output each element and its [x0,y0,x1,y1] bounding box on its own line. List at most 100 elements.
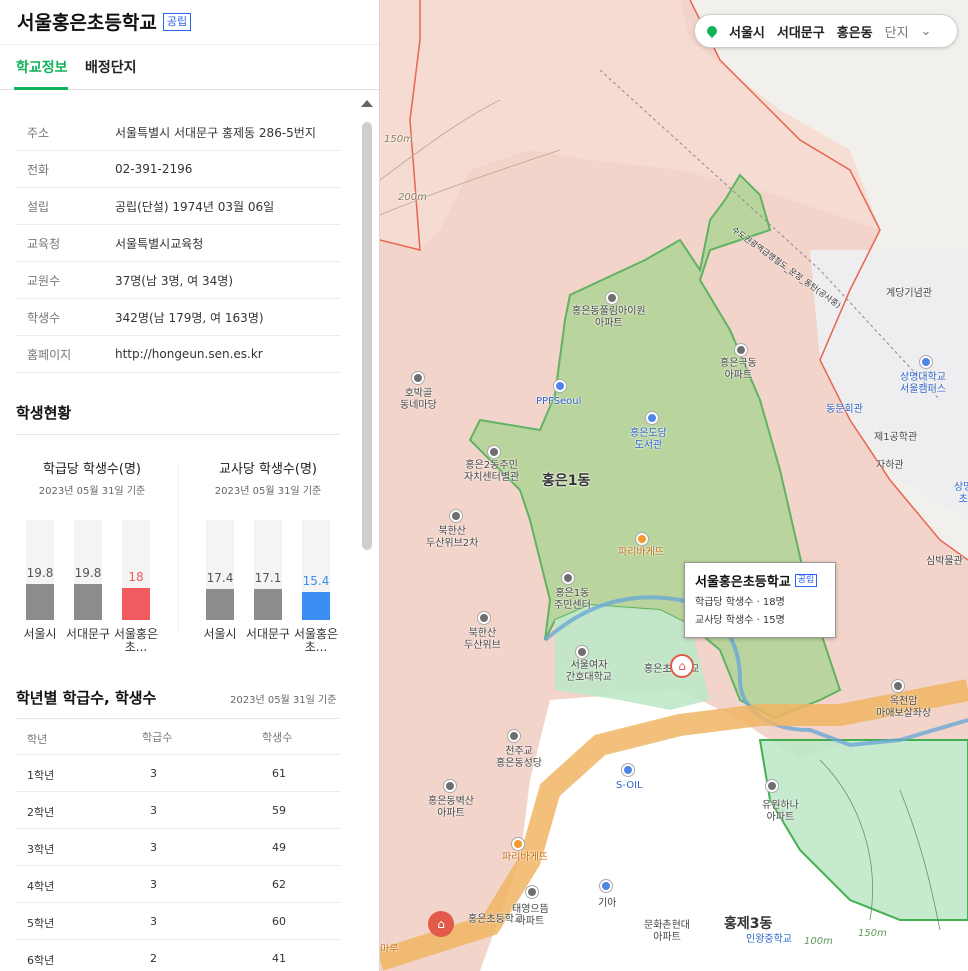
loc-city[interactable]: 서울시 [729,22,765,41]
bakery-icon[interactable] [512,838,524,850]
map-label: 유원하나 아파트 [762,800,799,823]
loc-danji[interactable]: 단지 [885,22,909,41]
bar-column [302,520,330,620]
bar-fill [122,588,150,620]
bar-category-label: 서울시 [23,627,57,641]
map-view[interactable]: 서울시 서대문구 홍은동 단지 ⌄ 홍은1동 홍은동풀림아이원 아파트 홍은극동… [380,0,968,971]
divider [16,434,340,435]
info-value: 공립(단설) 1974년 03월 06일 [115,199,275,214]
map-label: 인왕중학교 [746,934,792,945]
panel-scrollbar[interactable] [360,94,374,971]
map-canvas [380,0,968,971]
car-dealer-icon[interactable] [600,880,612,892]
grade-table-date: 2023년 05월 31일 기준 [230,695,337,706]
bar-value-label: 17.1 [254,571,282,585]
contour-label: 100m [804,936,833,947]
table-cell: 4학년 [27,880,55,893]
apartment-icon[interactable] [766,780,778,792]
chart-title-class: 학급당 학생수(명) [43,462,141,477]
map-label: 천주교 홍은동성당 [496,746,542,769]
table-cell: 61 [272,767,286,780]
table-cell: 3 [150,841,157,854]
apartment-icon[interactable] [526,886,538,898]
tab-school-info[interactable]: 학교정보 [16,57,68,77]
apartment-icon[interactable] [444,780,456,792]
active-tab-indicator [14,87,68,90]
info-row-founded: 설립 공립(단설) 1974년 03월 06일 [16,188,340,225]
info-row-phone: 전화 02-391-2196 [16,151,340,188]
school-type-badge: 공립 [162,12,192,31]
table-row: 4학년 3 62 [16,866,340,903]
scroll-up-arrow-icon[interactable] [361,100,373,107]
map-label: 홍은2동주민 자치센터별관 [464,460,520,483]
chart-title-teacher: 교사당 학생수(명) [219,462,317,477]
chart-date-class: 2023년 05월 31일 기준 [38,486,146,497]
table-cell: 59 [272,804,286,817]
contour-label: 150m [384,134,413,145]
map-label: 동문회관 [826,404,863,415]
apartment-icon[interactable] [606,292,618,304]
bakery-icon[interactable] [636,533,648,545]
apartment-icon[interactable] [450,510,462,522]
map-label: 홍은도담 도서관 [630,428,667,451]
pin-icon[interactable] [554,380,566,392]
info-row-teachers: 교원수 37명(남 3명, 여 34명) [16,262,340,299]
popup-line: 교사당 학생수 · 15명 [695,615,785,626]
app-root: 서울홍은초등학교 공립 학교정보 배정단지 주소 서울특별시 서대문구 홍제동 … [0,0,968,971]
temple-icon[interactable] [892,680,904,692]
info-row-office: 교육청 서울특별시교육청 [16,225,340,262]
bar-column [254,520,282,620]
table-row: 1학년 3 61 [16,755,340,792]
info-key: 주소 [27,125,50,140]
student-status-title: 학생현황 [16,404,72,422]
map-label: 계당기념관 [886,288,932,299]
bar-category-label: 서대문구 [65,627,111,641]
contour-label: 200m [398,192,427,203]
school-marker-icon[interactable]: ⌂ [428,911,454,937]
loc-dong[interactable]: 홍은동 [837,22,873,41]
church-icon[interactable] [508,730,520,742]
bar-value-label: 18 [128,570,144,584]
apartment-icon[interactable] [735,344,747,356]
bar-category-label: 서울홍은초... [113,627,159,654]
tab-assigned-complex[interactable]: 배정단지 [85,57,137,77]
contour-label: 150m [858,928,887,939]
map-label: S-OIL [616,780,643,791]
loc-district[interactable]: 서대문구 [777,22,825,41]
map-label-hongje3: 홍제3동 [724,916,773,932]
map-label: 옥천암 마애보살좌상 [876,696,932,719]
government-icon[interactable] [488,446,500,458]
apartment-icon[interactable] [478,612,490,624]
grade-table-title: 학년별 학급수, 학생수 [16,689,157,707]
homepage-link[interactable]: http://hongeun.sen.es.kr [115,347,263,361]
table-cell: 3학년 [27,843,55,856]
scrollbar-thumb[interactable] [362,122,372,550]
table-cell: 62 [272,878,286,891]
location-selector[interactable]: 서울시 서대문구 홍은동 단지 ⌄ [694,14,958,48]
map-label-hongeun1: 홍은1동 [542,473,591,489]
government-icon[interactable] [562,572,574,584]
chart-divider [178,463,179,631]
bar-value-label: 17.4 [206,571,234,585]
info-value: 37명(남 3명, 여 34명) [115,273,233,288]
map-label: 북한산 두산위브2차 [426,526,479,549]
bar-value-label: 19.8 [74,566,102,580]
map-label: 홍은동벽산 아파트 [428,796,474,819]
university-icon[interactable] [920,356,932,368]
info-value: 서울특별시 서대문구 홍제동 286-5번지 [115,125,316,140]
col-header: 학생수 [262,731,293,744]
info-value: 서울특별시교육청 [115,236,204,251]
university-icon[interactable] [576,646,588,658]
bar-fill [206,589,234,620]
table-cell: 5학년 [27,917,55,930]
library-icon[interactable] [646,412,658,424]
map-label: 마루 [380,944,399,955]
gas-station-icon[interactable] [622,764,634,776]
school-marker-icon[interactable]: ⌂ [670,654,694,678]
chevron-down-icon[interactable]: ⌄ [921,24,932,39]
info-value[interactable]: 02-391-2196 [115,162,192,176]
map-label: 홍은1동 주민센터 [554,588,591,611]
school-popup[interactable]: 서울홍은초등학교 공립 학급당 학생수 · 18명 교사당 학생수 · 15명 [684,562,836,638]
park-icon[interactable] [412,372,424,384]
bar-category-label: 서울홍은초... [293,627,339,654]
